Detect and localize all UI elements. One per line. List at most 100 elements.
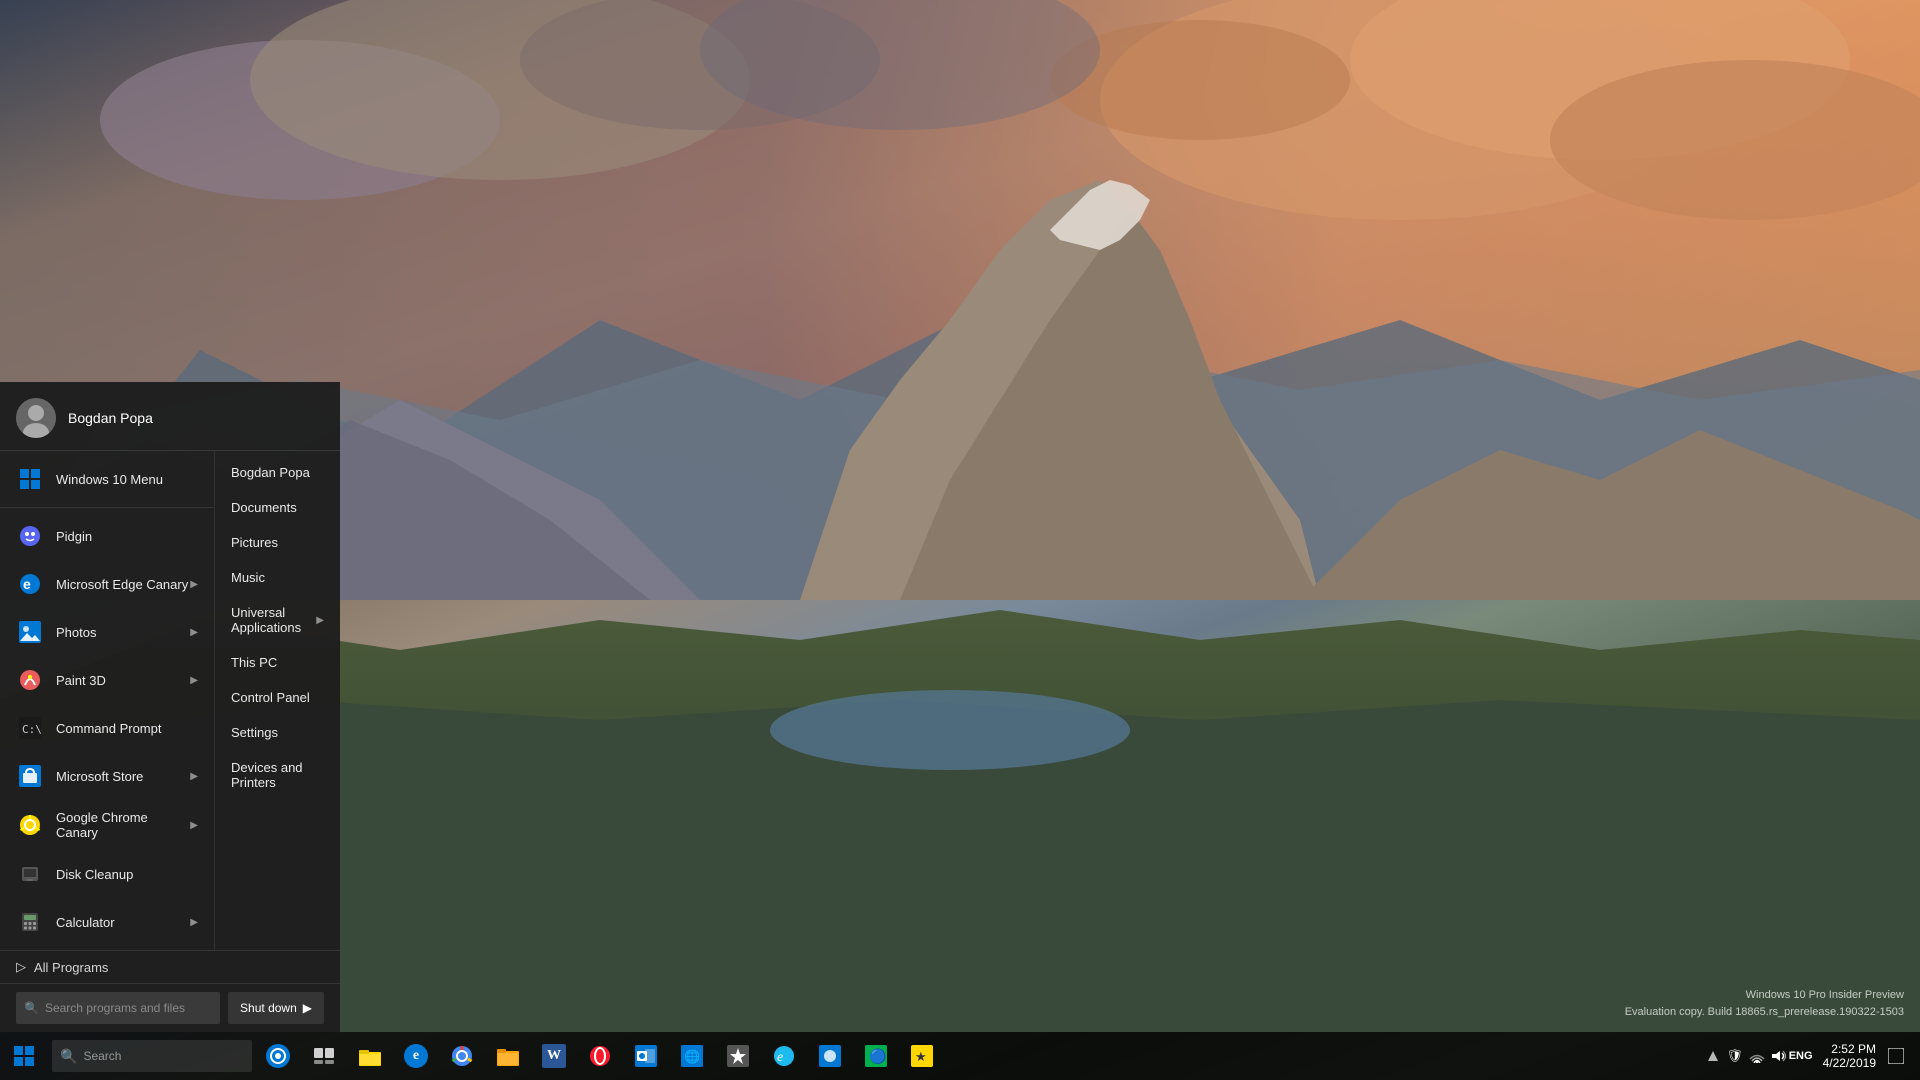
right-item-pictures[interactable]: Pictures: [215, 525, 340, 560]
tray-language[interactable]: ENG: [1791, 1046, 1811, 1066]
taskbar-ie[interactable]: e: [762, 1034, 806, 1078]
taskbar-outlook[interactable]: [624, 1034, 668, 1078]
menu-item-pidgin[interactable]: Pidgin: [0, 512, 214, 560]
right-item-music[interactable]: Music: [215, 560, 340, 595]
user-name: Bogdan Popa: [68, 410, 153, 426]
right-item-bogdan[interactable]: Bogdan Popa: [215, 455, 340, 490]
paint3d-label: Paint 3D: [56, 673, 190, 688]
taskbar-edge[interactable]: e: [394, 1034, 438, 1078]
taskbar-app13[interactable]: [808, 1034, 852, 1078]
ms-store-arrow: ▶: [190, 771, 198, 782]
taskbar-file-manager[interactable]: [486, 1034, 530, 1078]
search-box-icon: 🔍: [24, 1001, 39, 1015]
right-item-bogdan-label: Bogdan Popa: [231, 465, 310, 480]
windows-menu-icon: [16, 465, 44, 493]
file-explorer-icon: [359, 1046, 381, 1066]
edge-canary-label: Microsoft Edge Canary: [56, 577, 190, 592]
menu-item-windows-menu[interactable]: Windows 10 Menu: [0, 455, 214, 503]
taskbar-task-view[interactable]: [302, 1034, 346, 1078]
notification-icon: [1888, 1048, 1904, 1064]
taskbar-search-icon: 🔍: [60, 1048, 77, 1065]
opera-icon: [589, 1045, 611, 1067]
build-info-line1: Windows 10 Pro Insider Preview: [1625, 987, 1904, 1004]
notification-button[interactable]: [1880, 1034, 1912, 1078]
taskbar-app10[interactable]: 🌐: [670, 1034, 714, 1078]
right-item-devices-printers-label: Devices and Printers: [231, 760, 324, 790]
pidgin-label: Pidgin: [56, 529, 198, 544]
menu-item-chrome-canary[interactable]: Google Chrome Canary ▶: [0, 800, 214, 850]
ms-store-label: Microsoft Store: [56, 769, 190, 784]
file-manager-icon: [497, 1046, 519, 1066]
svg-text:🔵: 🔵: [869, 1048, 886, 1065]
shutdown-label: Shut down: [240, 1001, 297, 1015]
command-prompt-icon: C:\>: [16, 714, 44, 742]
app15-icon: ★: [911, 1045, 933, 1067]
right-item-devices-printers[interactable]: Devices and Printers: [215, 750, 340, 800]
clock-time: 2:52 PM: [1831, 1042, 1876, 1056]
taskbar-search[interactable]: 🔍 Search: [52, 1040, 252, 1072]
menu-item-disk-cleanup[interactable]: Disk Cleanup: [0, 850, 214, 898]
edge-canary-arrow: ▶: [190, 579, 198, 590]
pidgin-icon: [16, 522, 44, 550]
taskbar-opera[interactable]: [578, 1034, 622, 1078]
search-box[interactable]: 🔍: [16, 992, 220, 1024]
svg-text:🌐: 🌐: [684, 1049, 700, 1064]
taskbar-right: 🛡 ENG 2:52 PM 4/22/2019: [1695, 1034, 1920, 1078]
start-button[interactable]: [0, 1032, 48, 1080]
taskbar: 🔍 Search e: [0, 1032, 1920, 1080]
menu-item-command-prompt[interactable]: C:\> Command Prompt: [0, 704, 214, 752]
universal-apps-arrow: ▶: [316, 615, 324, 626]
menu-item-calculator[interactable]: Calculator ▶: [0, 898, 214, 946]
right-item-universal-apps[interactable]: Universal Applications ▶: [215, 595, 340, 645]
disk-cleanup-icon: [16, 860, 44, 888]
taskbar-app15[interactable]: ★: [900, 1034, 944, 1078]
right-item-this-pc-label: This PC: [231, 655, 277, 670]
menu-item-paint3d[interactable]: Paint 3D ▶: [0, 656, 214, 704]
task-view-icon: [314, 1048, 334, 1064]
calculator-icon: [16, 908, 44, 936]
right-item-control-panel[interactable]: Control Panel: [215, 680, 340, 715]
menu-item-photos[interactable]: Photos ▶: [0, 608, 214, 656]
right-item-control-panel-label: Control Panel: [231, 690, 310, 705]
app10-icon: 🌐: [681, 1045, 703, 1067]
svg-text:e: e: [23, 576, 31, 592]
calculator-label: Calculator: [56, 915, 190, 930]
taskbar-app14[interactable]: 🔵: [854, 1034, 898, 1078]
user-profile[interactable]: Bogdan Popa: [0, 382, 340, 451]
right-item-documents[interactable]: Documents: [215, 490, 340, 525]
photos-arrow: ▶: [190, 627, 198, 638]
app11-icon: [727, 1045, 749, 1067]
all-programs-link[interactable]: ▷ All Programs: [0, 950, 340, 983]
tray-network[interactable]: [1747, 1046, 1767, 1066]
shutdown-button[interactable]: Shut down ▶: [228, 992, 324, 1024]
menu-item-edge-canary[interactable]: e Microsoft Edge Canary ▶: [0, 560, 214, 608]
clock[interactable]: 2:52 PM 4/22/2019: [1823, 1042, 1876, 1070]
tray-show-hidden[interactable]: [1703, 1046, 1723, 1066]
right-item-settings-label: Settings: [231, 725, 278, 740]
search-input[interactable]: [45, 1001, 212, 1015]
taskbar-file-explorer[interactable]: [348, 1034, 392, 1078]
svg-text:★: ★: [915, 1049, 927, 1064]
right-item-universal-apps-label: Universal Applications: [231, 605, 316, 635]
taskbar-cortana[interactable]: [256, 1034, 300, 1078]
taskbar-app11[interactable]: [716, 1034, 760, 1078]
right-item-this-pc[interactable]: This PC: [215, 645, 340, 680]
menu-item-ms-store[interactable]: Microsoft Store ▶: [0, 752, 214, 800]
taskbar-chrome[interactable]: [440, 1034, 484, 1078]
chrome-icon: [451, 1045, 473, 1067]
right-item-settings[interactable]: Settings: [215, 715, 340, 750]
chrome-canary-label: Google Chrome Canary: [56, 810, 190, 840]
build-info-line2: Evaluation copy. Build 18865.rs_prerelea…: [1625, 1004, 1904, 1021]
right-item-pictures-label: Pictures: [231, 535, 278, 550]
photos-label: Photos: [56, 625, 190, 640]
outlook-icon: [635, 1045, 657, 1067]
tray-security[interactable]: 🛡: [1725, 1046, 1745, 1066]
paint3d-icon: [16, 666, 44, 694]
chrome-canary-icon: [16, 811, 44, 839]
taskbar-word[interactable]: W: [532, 1034, 576, 1078]
paint3d-arrow: ▶: [190, 675, 198, 686]
tray-volume[interactable]: [1769, 1046, 1789, 1066]
windows-logo-icon: [14, 1046, 34, 1066]
menu-bottom: 🔍 Shut down ▶: [0, 983, 340, 1032]
calculator-arrow: ▶: [190, 917, 198, 928]
